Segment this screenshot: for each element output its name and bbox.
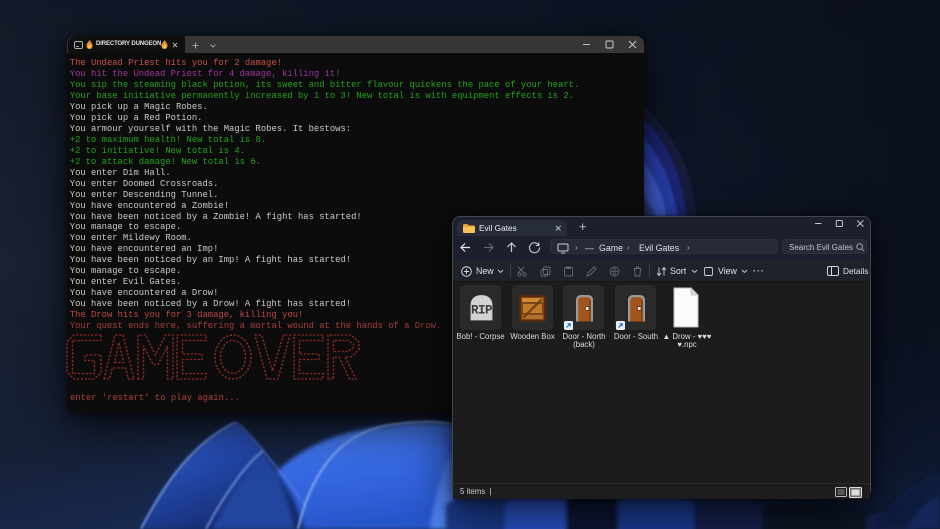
svg-text:RIP: RIP [471, 304, 492, 318]
